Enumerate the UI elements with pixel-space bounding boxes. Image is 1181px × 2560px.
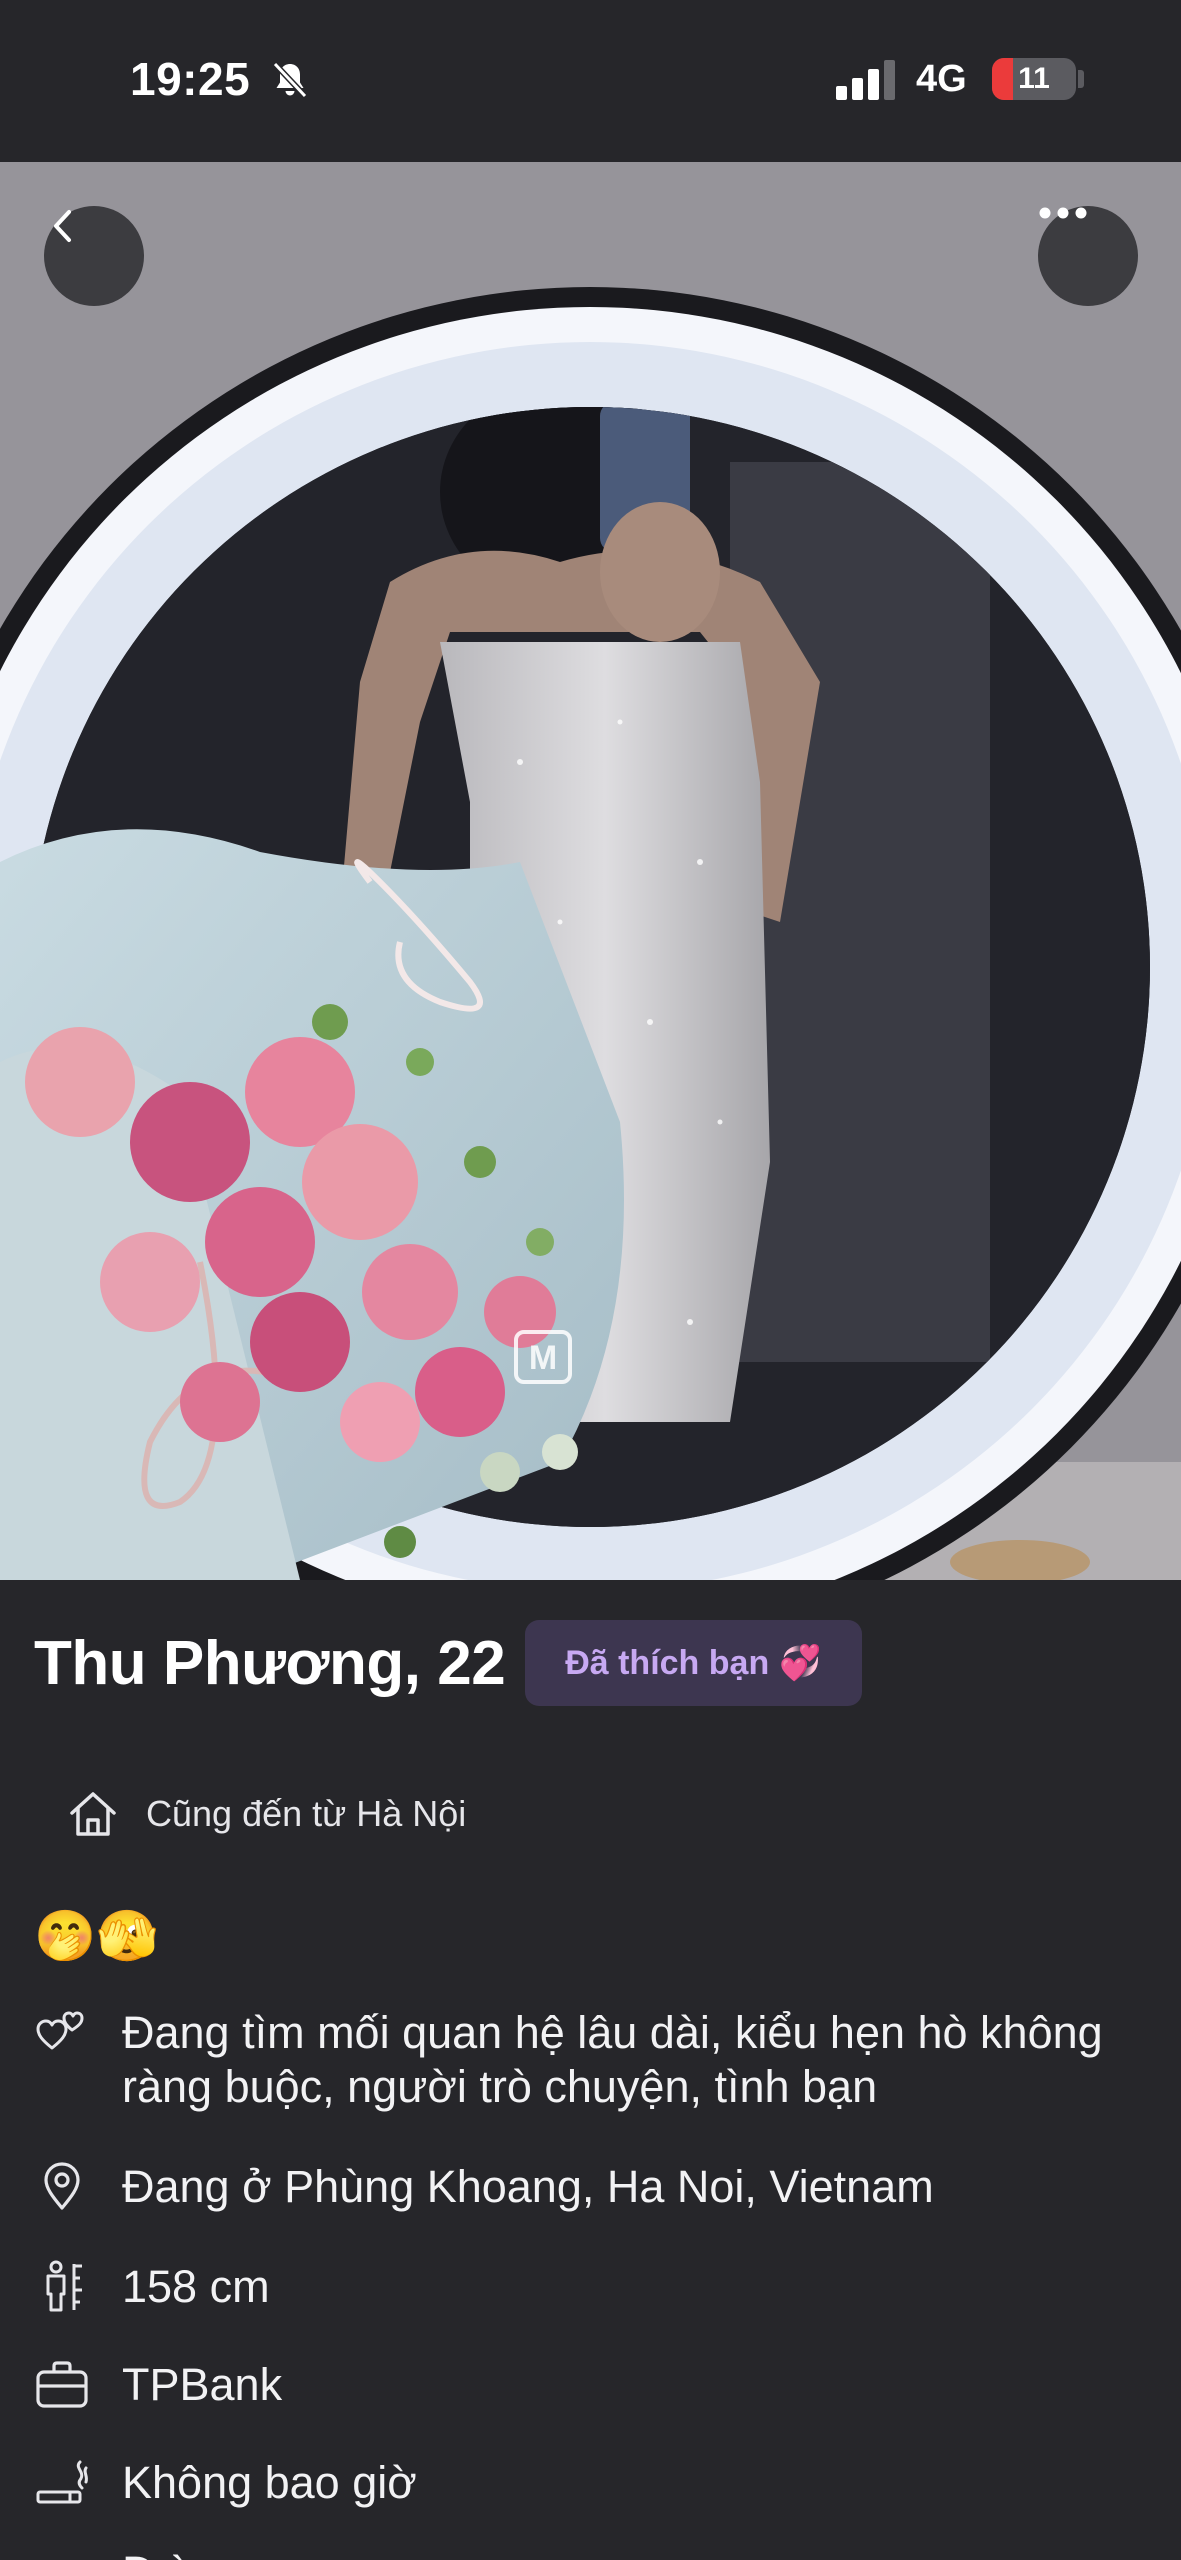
- smoking-row: Không bao giờ: [34, 2456, 417, 2510]
- network-type: 4G: [916, 58, 967, 100]
- hometown-text: Cũng đến từ Hà Nội: [146, 1793, 467, 1834]
- status-time: 19:25: [130, 53, 251, 105]
- height-text: 158 cm: [122, 2261, 270, 2312]
- location-pin-icon: [44, 2162, 80, 2210]
- looking-for-row: Đang tìm mối quan hệ lâu dài, kiểu hẹn h…: [34, 2006, 1164, 2114]
- cellular-signal-icon: [836, 60, 895, 100]
- height-icon: [46, 2260, 82, 2312]
- back-button[interactable]: [44, 206, 144, 306]
- name-row: Thu Phương, 22 Đã thích bạn 💞: [34, 1620, 862, 1706]
- ellipsis-icon: [1039, 207, 1087, 219]
- bell-slash-icon: [272, 61, 308, 99]
- work-text: TPBank: [122, 2359, 283, 2410]
- hearts-icon: [36, 2011, 84, 2050]
- home-icon: [70, 1792, 116, 1836]
- status-bar: 19:25 4G 11: [0, 0, 1181, 162]
- liked-you-badge: Đã thích bạn 💞: [525, 1620, 862, 1706]
- smoking-icon: [36, 2460, 88, 2504]
- looking-for-text: Đang tìm mối quan hệ lâu dài, kiểu hẹn h…: [122, 2007, 1103, 2112]
- photo-illustration: M: [0, 162, 1181, 1580]
- more-options-button[interactable]: [1038, 206, 1138, 306]
- profile-page: 19:25 4G 11 M Thu Phương, 22 Đã thích bạ…: [0, 0, 1181, 2560]
- battery-icon: 11: [992, 58, 1076, 100]
- profile-name-age: Thu Phương, 22: [34, 1628, 506, 1698]
- briefcase-icon: [36, 2361, 88, 2408]
- location-row: Đang ở Phùng Khoang, Ha Noi, Vietnam: [34, 2160, 934, 2214]
- battery-level: 11: [1018, 62, 1050, 95]
- profile-photo[interactable]: M: [0, 162, 1181, 1580]
- liked-badge-label: Đã thích bạn: [565, 1643, 770, 1682]
- smoking-text: Không bao giờ: [122, 2457, 417, 2508]
- chevron-left-icon: [54, 210, 71, 242]
- height-row: 158 cm: [34, 2260, 270, 2314]
- heart-emoji: 💞: [779, 1644, 822, 1682]
- work-row: TPBank: [34, 2358, 282, 2412]
- location-text: Đang ở Phùng Khoang, Ha Noi, Vietnam: [122, 2161, 934, 2212]
- photo-watermark: M: [529, 1339, 557, 1377]
- profile-emojis: 🤭🫣: [34, 1908, 159, 1964]
- battery-nub: [1078, 70, 1084, 88]
- hometown-row: Cũng đến từ Hà Nội: [66, 1786, 466, 1842]
- next-row-partial-text: Đ ờ: [122, 2546, 197, 2560]
- next-info-row-partial: Đ ờ: [34, 2546, 197, 2560]
